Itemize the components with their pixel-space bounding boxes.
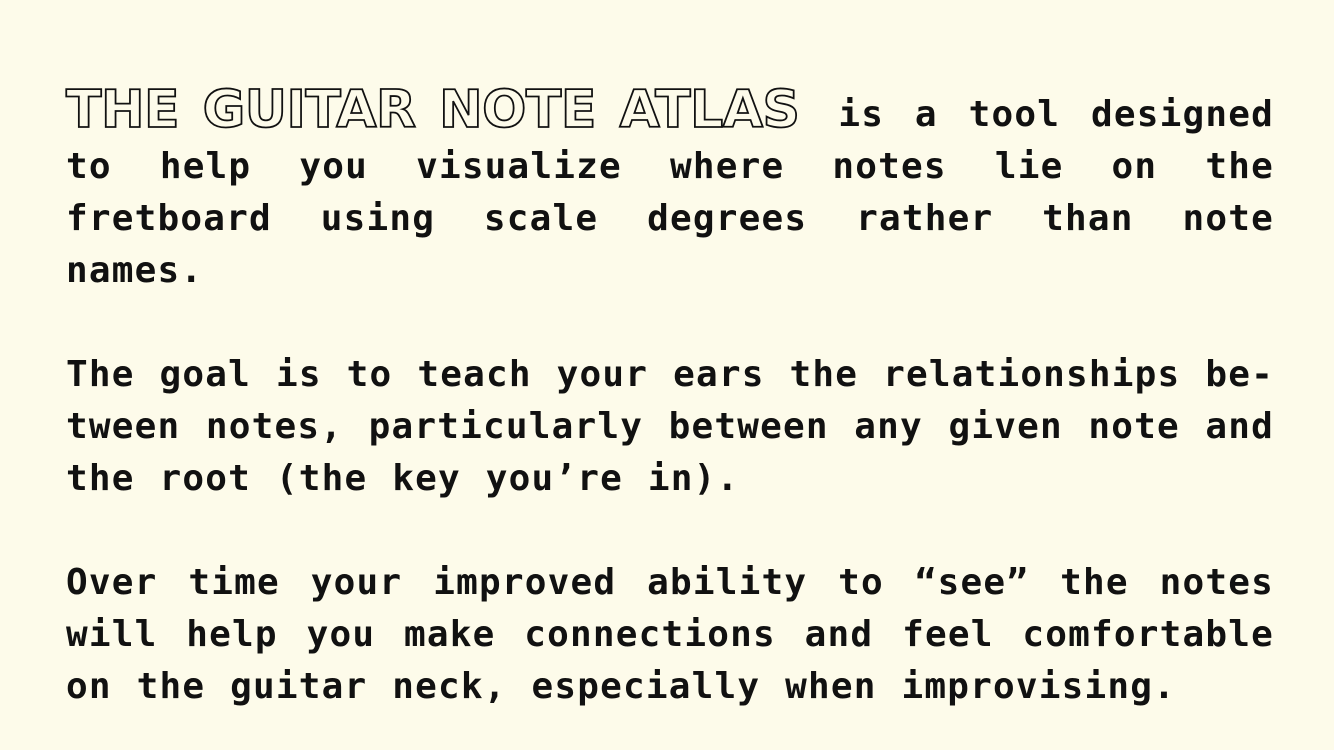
app-title: THE GUITAR NOTE ATLAS (65, 80, 801, 140)
benefit-paragraph: Over time your improved ability to “see”… (66, 562, 1274, 707)
intro-paragraph: THE GUITAR NOTE ATLAS is a tool designed… (65, 83, 1274, 297)
about-page: THE GUITAR NOTE ATLAS is a tool designed… (0, 0, 1334, 750)
goal-paragraph: The goal is to teach your ears the relat… (66, 354, 1274, 499)
